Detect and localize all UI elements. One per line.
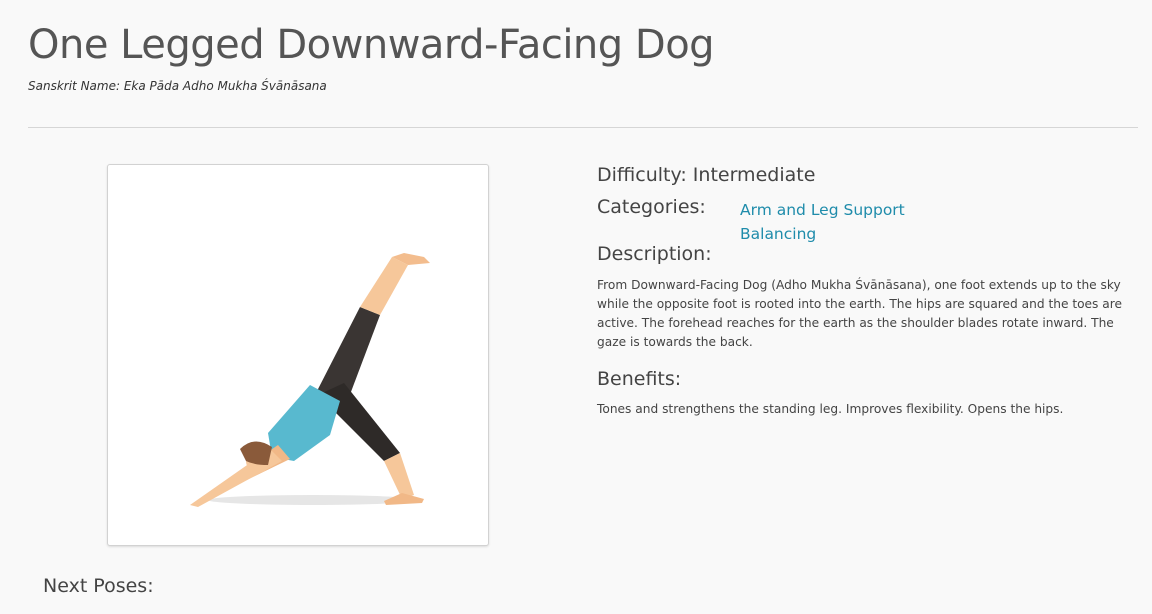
difficulty: Difficulty: Intermediate: [597, 164, 816, 186]
hair: [240, 441, 272, 465]
category-link-arm-and-leg-support[interactable]: Arm and Leg Support: [740, 198, 905, 222]
standing-foot: [384, 493, 424, 505]
standing-leg-skin: [384, 453, 414, 499]
sanskrit-name: Sanskrit Name: Eka Pāda Adho Mukha Śvānā…: [28, 79, 327, 93]
pose-illustration: [190, 253, 430, 507]
page-title: One Legged Downward-Facing Dog: [28, 22, 715, 68]
categories-label: Categories:: [597, 196, 706, 218]
raised-leg-skin: [360, 257, 408, 315]
description-label: Description:: [597, 243, 712, 265]
category-list: Arm and Leg Support Balancing: [740, 198, 905, 246]
pose-image-card: [107, 164, 489, 546]
description-text: From Downward-Facing Dog (Adho Mukha Śvā…: [597, 278, 1122, 349]
header-divider: [28, 127, 1138, 128]
next-poses-heading: Next Poses:: [43, 575, 154, 597]
category-link-balancing[interactable]: Balancing: [740, 222, 905, 246]
benefits-label: Benefits:: [597, 368, 682, 390]
benefits-text: Tones and strengthens the standing leg. …: [597, 402, 1064, 416]
